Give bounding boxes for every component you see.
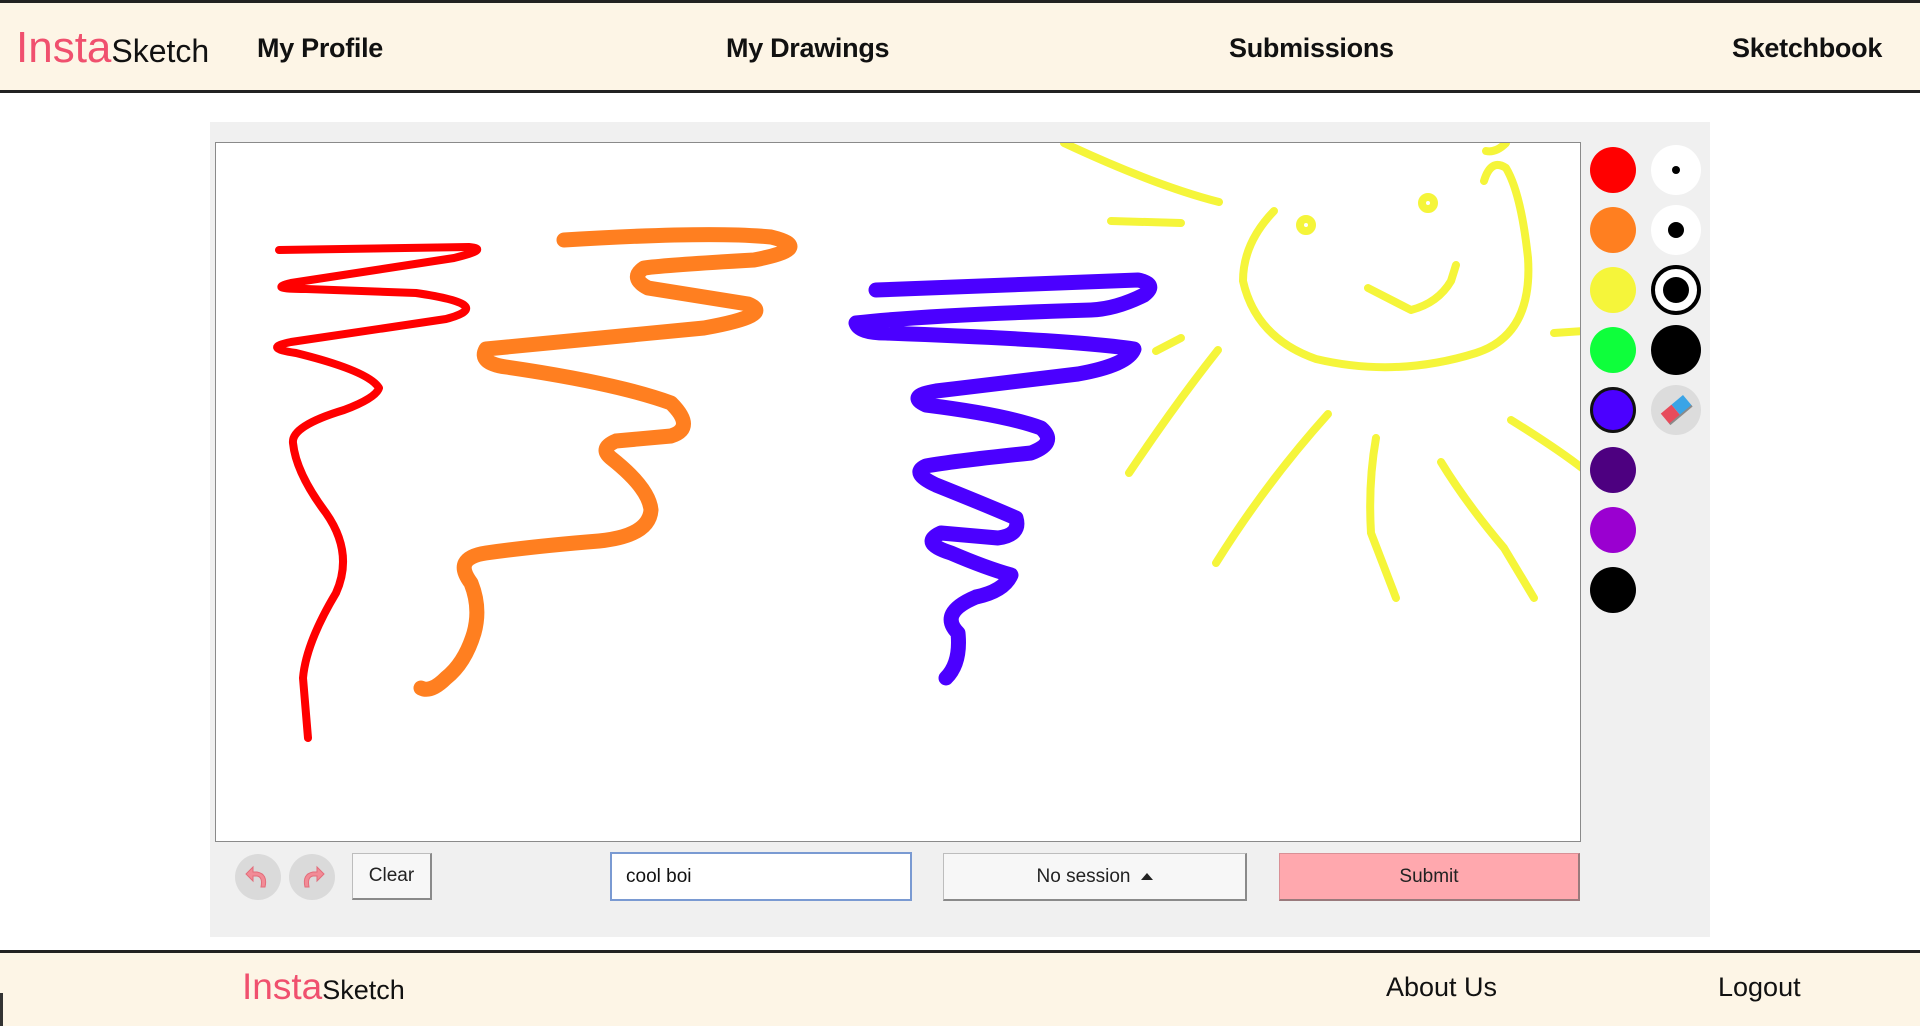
- footer-logout-link[interactable]: Logout: [1718, 972, 1801, 1003]
- drawing-title-input[interactable]: [610, 852, 912, 901]
- color-swatch-green[interactable]: [1590, 327, 1636, 373]
- nav-sketchbook[interactable]: Sketchbook: [1732, 33, 1882, 64]
- footer: InstaSketch About Us Logout: [0, 950, 1920, 1026]
- nav-submissions[interactable]: Submissions: [1229, 33, 1394, 64]
- eraser-icon: [1660, 394, 1693, 426]
- brand-logo-sketch: Sketch: [111, 33, 210, 69]
- footer-logo-sketch: Sketch: [322, 975, 405, 1005]
- footer-about-us-link[interactable]: About Us: [1386, 972, 1497, 1003]
- brand-logo-insta: Insta: [16, 23, 112, 72]
- small-dot-icon: [1672, 166, 1680, 174]
- red-stroke: [273, 243, 482, 742]
- drawing-canvas[interactable]: [215, 142, 1581, 842]
- color-swatch-orange[interactable]: [1590, 207, 1636, 253]
- top-navbar: InstaSketch My Profile My Drawings Submi…: [0, 0, 1920, 93]
- brush-size-medium[interactable]: [1651, 205, 1701, 255]
- footer-brand-logo[interactable]: InstaSketch: [242, 966, 405, 1008]
- clear-button[interactable]: Clear: [352, 853, 432, 900]
- violet-stroke: [848, 272, 1158, 686]
- nav-my-drawings[interactable]: My Drawings: [726, 33, 890, 64]
- color-swatch-red[interactable]: [1590, 147, 1636, 193]
- color-swatch-yellow[interactable]: [1590, 267, 1636, 313]
- footer-logo-insta: Insta: [242, 966, 323, 1007]
- color-swatch-blue-violet[interactable]: [1590, 387, 1636, 433]
- window-edge-divider: [0, 993, 3, 1026]
- color-swatch-dark-purple[interactable]: [1590, 447, 1636, 493]
- caret-up-icon: [1140, 873, 1153, 880]
- color-swatch-purple[interactable]: [1590, 507, 1636, 553]
- redo-icon: [303, 865, 325, 888]
- drawing-strokes: [273, 143, 1580, 742]
- color-swatch-black[interactable]: [1590, 567, 1636, 613]
- nav-my-profile[interactable]: My Profile: [257, 33, 383, 64]
- session-dropdown-label: No session: [1036, 865, 1131, 887]
- sketch-workspace: Clear No session Submit: [210, 122, 1710, 937]
- brand-logo[interactable]: InstaSketch: [16, 23, 209, 73]
- session-dropdown[interactable]: No session: [943, 853, 1247, 901]
- brush-size-extra-large[interactable]: [1651, 325, 1701, 375]
- yellow-sun-strokes: [1060, 143, 1580, 602]
- undo-icon: [245, 865, 267, 888]
- brush-size-small[interactable]: [1651, 145, 1701, 195]
- submit-button[interactable]: Submit: [1279, 853, 1580, 901]
- redo-button[interactable]: [289, 854, 335, 900]
- orange-stroke: [413, 227, 798, 697]
- eraser-button[interactable]: [1651, 385, 1701, 435]
- medium-dot-icon: [1668, 222, 1684, 238]
- large-dot-icon: [1663, 277, 1689, 303]
- brush-size-large[interactable]: [1651, 265, 1701, 315]
- undo-button[interactable]: [235, 854, 281, 900]
